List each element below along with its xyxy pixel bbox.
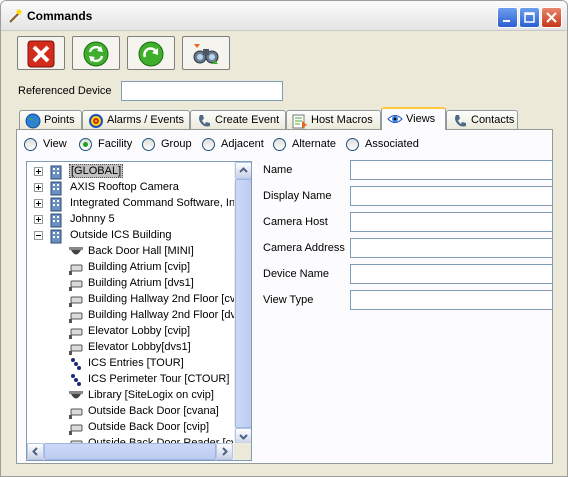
- view-type-label: View Type: [263, 294, 314, 306]
- display-name-label: Display Name: [263, 190, 332, 202]
- tab-contacts[interactable]: Contacts: [446, 110, 518, 129]
- tab-host-macros[interactable]: Host Macros: [286, 110, 381, 129]
- building-icon: [48, 164, 64, 180]
- chevron-down-icon: [239, 434, 248, 440]
- eye-icon: [387, 111, 403, 127]
- tour-icon: [68, 356, 84, 372]
- chevron-right-icon: [222, 447, 228, 456]
- tab-label: Points: [44, 114, 75, 126]
- name-field[interactable]: [350, 160, 553, 180]
- close-button[interactable]: [541, 7, 562, 28]
- camera-icon: [68, 324, 84, 340]
- binoculars-icon: [193, 44, 219, 64]
- camera-address-field[interactable]: [350, 238, 553, 258]
- delete-button[interactable]: [17, 36, 65, 70]
- building-icon: [48, 180, 64, 196]
- tab-label: Contacts: [471, 114, 515, 126]
- phone-icon: [196, 113, 212, 129]
- close-icon: [546, 12, 557, 23]
- scroll-up-button[interactable]: [235, 162, 251, 179]
- alarm-target-icon: [88, 113, 104, 129]
- device-name-field[interactable]: [350, 264, 553, 284]
- expand-icon[interactable]: [34, 167, 43, 176]
- minimize-button[interactable]: [497, 7, 518, 28]
- refresh-button[interactable]: [72, 36, 120, 70]
- camera-icon: [68, 260, 84, 276]
- globe-icon: [25, 113, 41, 129]
- camera-address-label: Camera Address: [263, 242, 345, 254]
- tab-views[interactable]: Views: [381, 107, 446, 130]
- view-type-field[interactable]: [350, 290, 553, 310]
- macro-icon: [292, 113, 308, 129]
- find-button[interactable]: [182, 36, 230, 70]
- building-icon: [48, 196, 64, 212]
- views-panel: View Facility Group Adjacent Alternate A…: [16, 129, 553, 464]
- tour-icon: [68, 372, 84, 388]
- tree-horizontal-scrollbar[interactable]: [27, 443, 234, 460]
- scroll-right-button[interactable]: [216, 443, 233, 460]
- facility-tree[interactable]: [GLOBAL] AXIS Rooftop Camera Integrated …: [26, 161, 252, 461]
- display-name-field[interactable]: [350, 186, 553, 206]
- phone-icon: [452, 113, 468, 129]
- tab-label: Create Event: [215, 114, 280, 126]
- tab-points[interactable]: Points: [19, 110, 82, 129]
- camera-host-label: Camera Host: [263, 216, 328, 228]
- referenced-device-field[interactable]: [121, 81, 283, 101]
- forward-icon: [138, 41, 164, 67]
- camera-host-field[interactable]: [350, 212, 553, 232]
- tab-label: Alarms / Events: [107, 114, 185, 126]
- title-bar[interactable]: Commands: [1, 1, 567, 31]
- expand-icon[interactable]: [34, 215, 43, 224]
- forward-button[interactable]: [127, 36, 175, 70]
- camera-icon: [68, 276, 84, 292]
- dome-camera-icon: [68, 244, 84, 260]
- window-title: Commands: [27, 9, 93, 23]
- camera-icon: [68, 404, 84, 420]
- tree-vertical-scrollbar[interactable]: [234, 162, 251, 445]
- refresh-icon: [83, 41, 109, 67]
- close-x-icon: [27, 40, 55, 68]
- chevron-left-icon: [32, 447, 38, 456]
- device-name-label: Device Name: [263, 268, 330, 280]
- camera-icon: [68, 340, 84, 356]
- tab-label: Host Macros: [311, 114, 373, 126]
- magic-wand-icon: [7, 8, 23, 24]
- horizontal-scroll-thumb[interactable]: [44, 443, 216, 460]
- name-label: Name: [263, 164, 293, 176]
- referenced-device-label: Referenced Device: [18, 85, 112, 97]
- expand-icon[interactable]: [34, 183, 43, 192]
- scroll-corner: [234, 443, 251, 460]
- tab-create-event[interactable]: Create Event: [190, 110, 286, 129]
- camera-icon: [68, 420, 84, 436]
- minimize-icon: [503, 20, 510, 22]
- commands-window: Commands Referenced Device Points Alarms…: [0, 0, 568, 477]
- camera-icon: [68, 292, 84, 308]
- tab-label: Views: [406, 113, 436, 125]
- dome-camera-icon: [68, 388, 84, 404]
- vertical-scroll-thumb[interactable]: [235, 179, 251, 428]
- maximize-button[interactable]: [519, 7, 540, 28]
- collapse-icon[interactable]: [34, 231, 43, 240]
- building-icon: [48, 228, 64, 244]
- scroll-left-button[interactable]: [27, 443, 44, 460]
- chevron-up-icon: [239, 167, 248, 173]
- camera-icon: [68, 308, 84, 324]
- tab-alarms-events[interactable]: Alarms / Events: [82, 110, 190, 129]
- building-icon: [48, 212, 64, 228]
- expand-icon[interactable]: [34, 199, 43, 208]
